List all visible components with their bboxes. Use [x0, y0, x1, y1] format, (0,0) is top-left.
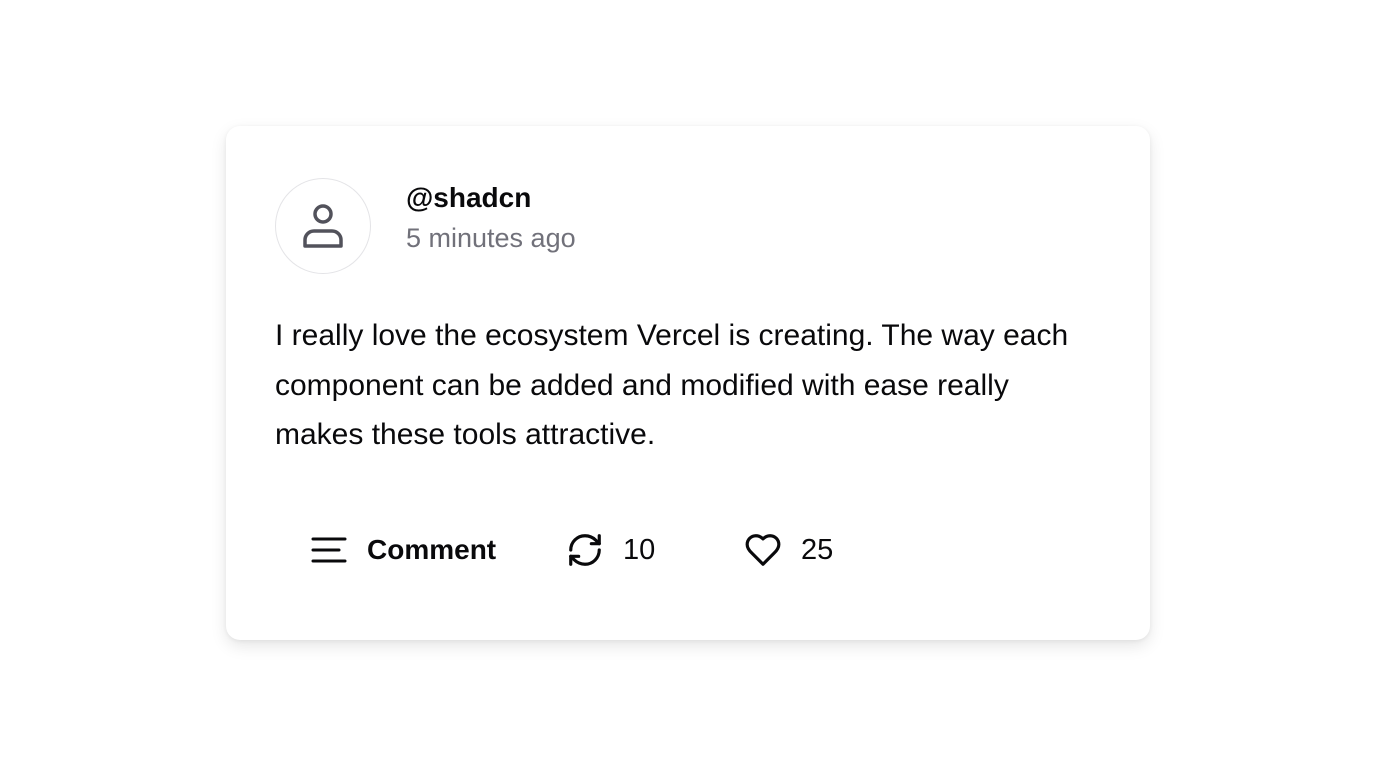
- refresh-icon: [565, 530, 605, 570]
- post-meta: @shadcn 5 minutes ago: [406, 178, 576, 258]
- username[interactable]: @shadcn: [406, 178, 576, 218]
- timestamp: 5 minutes ago: [406, 223, 576, 253]
- avatar[interactable]: [275, 178, 371, 274]
- like-button[interactable]: 25: [703, 522, 863, 578]
- post-card: @shadcn 5 minutes ago I really love the …: [226, 126, 1150, 640]
- align-left-icon: [309, 530, 349, 570]
- user-icon: [303, 204, 343, 248]
- post-actions: Comment 10 25: [275, 522, 863, 578]
- heart-icon: [743, 530, 783, 570]
- post-header: @shadcn 5 minutes ago: [275, 178, 576, 274]
- comment-label: Comment: [367, 534, 497, 565]
- like-count: 25: [801, 533, 834, 566]
- comment-button[interactable]: Comment: [275, 522, 513, 578]
- repost-button[interactable]: 10: [513, 522, 703, 578]
- post-body: I really love the ecosystem Vercel is cr…: [275, 319, 1069, 451]
- repost-count: 10: [623, 533, 656, 566]
